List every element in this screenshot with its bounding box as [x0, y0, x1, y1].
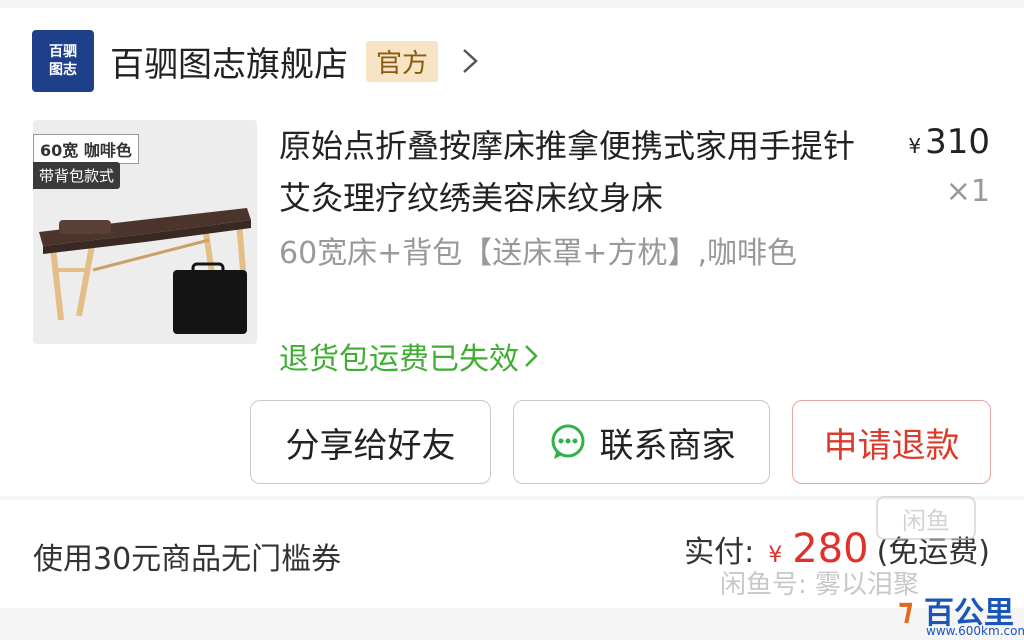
site-watermark-url: www.600km.com — [926, 624, 1024, 638]
share-to-friend-button[interactable]: 分享给好友 — [250, 400, 491, 484]
store-header[interactable]: 百驷 图志 百驷图志旗舰店 官方 — [32, 30, 488, 92]
store-logo-line1: 百驷 — [49, 44, 77, 60]
price-currency-symbol: ¥ — [908, 134, 922, 158]
return-shipping-note[interactable]: 退货包运费已失效 — [279, 334, 539, 378]
thumbnail-tag-style: 带背包款式 — [33, 162, 121, 189]
coupon-info: 使用30元商品无门槛券 — [33, 542, 342, 577]
store-name[interactable]: 百驷图志旗舰店 — [110, 37, 348, 86]
product-title[interactable]: 原始点折叠按摩床推拿便携式家用手提针艾灸理疗纹绣美容床纹身床 — [279, 120, 879, 224]
order-card: 百驷 图志 百驷图志旗舰店 官方 60宽 咖啡色 带背包款式 原始点折叠按摩床推… — [0, 8, 1024, 496]
apply-refund-button[interactable]: 申请退款 — [792, 400, 991, 484]
contact-button-label: 联系商家 — [599, 425, 736, 466]
store-logo-line2: 图志 — [49, 62, 77, 78]
refund-button-label: 申请退款 — [823, 425, 960, 466]
chat-bubble-icon — [551, 424, 584, 459]
chevron-right-green-icon — [525, 345, 538, 367]
price-value: 310 — [925, 122, 990, 162]
product-thumbnail[interactable]: 60宽 咖啡色 带背包款式 — [33, 120, 257, 344]
thumbnail-tag-size-color: 60宽 咖啡色 — [33, 134, 139, 164]
site-watermark-mark-icon: ⁊ — [898, 592, 914, 627]
product-spec: 60宽床+背包【送床罩+方枕】,咖啡色 — [279, 236, 797, 271]
xianyu-account-watermark: 闲鱼号: 雾以泪聚 — [720, 570, 920, 600]
product-quantity: ×1 — [945, 174, 990, 209]
xianyu-watermark-logo: 闲鱼 — [876, 496, 976, 540]
site-watermark: ⁊ 百公里 www.600km.com — [898, 588, 1024, 638]
official-badge: 官方 — [366, 40, 439, 82]
return-shipping-note-text: 退货包运费已失效 — [279, 342, 519, 377]
chevron-right-icon[interactable] — [452, 43, 488, 79]
product-price: ¥310 — [908, 122, 990, 162]
contact-seller-button[interactable]: 联系商家 — [513, 400, 770, 484]
store-logo: 百驷 图志 — [32, 30, 94, 92]
share-button-label: 分享给好友 — [285, 425, 456, 466]
